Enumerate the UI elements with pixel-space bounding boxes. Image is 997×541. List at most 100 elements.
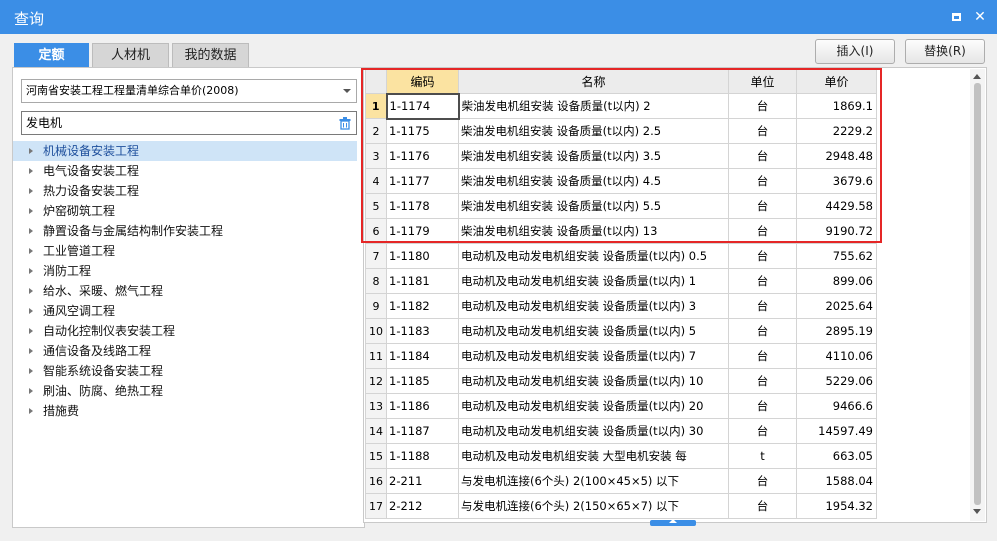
name-cell[interactable]: 与发电机连接(6个头) 2(150×65×7) 以下 bbox=[458, 493, 729, 519]
price-cell[interactable]: 1588.04 bbox=[796, 468, 877, 494]
row-number[interactable]: 4 bbox=[365, 168, 387, 194]
name-column-header[interactable]: 名称 bbox=[458, 69, 729, 94]
chevron-down-icon[interactable] bbox=[343, 89, 351, 93]
tree-item[interactable]: 电气设备安装工程 bbox=[13, 161, 364, 181]
chevron-right-icon[interactable] bbox=[29, 308, 33, 314]
row-number[interactable]: 7 bbox=[365, 243, 387, 269]
unit-cell[interactable]: 台 bbox=[728, 468, 797, 494]
scroll-up-icon[interactable] bbox=[973, 74, 981, 79]
row-number[interactable]: 2 bbox=[365, 118, 387, 144]
name-cell[interactable]: 电动机及电动发电机组安装 设备质量(t以内) 0.5 bbox=[458, 243, 729, 269]
row-number[interactable]: 16 bbox=[365, 468, 387, 494]
table-row[interactable]: 5 1-1178 柴油发电机组安装 设备质量(t以内) 5.5 台 4429.58 bbox=[365, 193, 877, 219]
row-number[interactable]: 10 bbox=[365, 318, 387, 344]
unit-column-header[interactable]: 单位 bbox=[728, 69, 797, 94]
chevron-right-icon[interactable] bbox=[29, 248, 33, 254]
chevron-right-icon[interactable] bbox=[29, 408, 33, 414]
tree-item[interactable]: 给水、采暖、燃气工程 bbox=[13, 281, 364, 301]
table-row[interactable]: 4 1-1177 柴油发电机组安装 设备质量(t以内) 4.5 台 3679.6 bbox=[365, 168, 877, 194]
code-cell[interactable]: 1-1187 bbox=[386, 418, 459, 444]
vertical-scrollbar[interactable] bbox=[970, 69, 985, 521]
name-cell[interactable]: 柴油发电机组安装 设备质量(t以内) 5.5 bbox=[458, 193, 729, 219]
unit-cell[interactable]: 台 bbox=[728, 243, 797, 269]
tree-item[interactable]: 通风空调工程 bbox=[13, 301, 364, 321]
unit-cell[interactable]: 台 bbox=[728, 293, 797, 319]
name-cell[interactable]: 柴油发电机组安装 设备质量(t以内) 4.5 bbox=[458, 168, 729, 194]
clear-search-icon[interactable] bbox=[338, 116, 352, 130]
row-number[interactable]: 6 bbox=[365, 218, 387, 244]
name-cell[interactable]: 柴油发电机组安装 设备质量(t以内) 2.5 bbox=[458, 118, 729, 144]
code-cell[interactable]: 1-1179 bbox=[386, 218, 459, 244]
row-number[interactable]: 11 bbox=[365, 343, 387, 369]
code-cell[interactable]: 1-1188 bbox=[386, 443, 459, 469]
code-cell[interactable]: 1-1186 bbox=[386, 393, 459, 419]
table-row[interactable]: 16 2-211 与发电机连接(6个头) 2(100×45×5) 以下台 1588.0… bbox=[365, 468, 877, 494]
close-button[interactable]: ✕ bbox=[970, 7, 990, 27]
tree-item[interactable]: 措施费 bbox=[13, 401, 364, 421]
panel-splitter-handle[interactable] bbox=[650, 519, 696, 526]
table-row[interactable]: 9 1-1182 电动机及电动发电机组安装 设备质量(t以内) 3 台 2025.64 bbox=[365, 293, 877, 319]
code-cell[interactable]: 1-1183 bbox=[386, 318, 459, 344]
name-cell[interactable]: 电动机及电动发电机组安装 设备质量(t以内) 1 bbox=[458, 268, 729, 294]
name-cell[interactable]: 电动机及电动发电机组安装 设备质量(t以内) 10 bbox=[458, 368, 729, 394]
name-cell[interactable]: 电动机及电动发电机组安装 设备质量(t以内) 30 bbox=[458, 418, 729, 444]
tab-labor-material-machine[interactable]: 人材机 bbox=[92, 43, 169, 67]
price-cell[interactable]: 1954.32 bbox=[796, 493, 877, 519]
chevron-right-icon[interactable] bbox=[29, 168, 33, 174]
chevron-right-icon[interactable] bbox=[29, 388, 33, 394]
name-cell[interactable]: 柴油发电机组安装 设备质量(t以内) 2 bbox=[458, 93, 729, 119]
name-cell[interactable]: 电动机及电动发电机组安装 设备质量(t以内) 5 bbox=[458, 318, 729, 344]
table-row[interactable]: 10 1-1183 电动机及电动发电机组安装 设备质量(t以内) 5 台 2895.19 bbox=[365, 318, 877, 344]
replace-button[interactable]: 替换(R) bbox=[905, 39, 985, 64]
code-column-header[interactable]: 编码 bbox=[386, 69, 459, 94]
chevron-right-icon[interactable] bbox=[29, 228, 33, 234]
tree-item[interactable]: 炉窑砌筑工程 bbox=[13, 201, 364, 221]
table-row[interactable]: 13 1-1186 电动机及电动发电机组安装 设备质量(t以内) 20 台 9466.6 bbox=[365, 393, 877, 419]
row-number[interactable]: 5 bbox=[365, 193, 387, 219]
row-number[interactable]: 8 bbox=[365, 268, 387, 294]
tree-item[interactable]: 消防工程 bbox=[13, 261, 364, 281]
table-row[interactable]: 11 1-1184 电动机及电动发电机组安装 设备质量(t以内) 7 台 4110.06 bbox=[365, 343, 877, 369]
price-cell[interactable]: 3679.6 bbox=[796, 168, 877, 194]
row-number[interactable]: 12 bbox=[365, 368, 387, 394]
price-cell[interactable]: 663.05 bbox=[796, 443, 877, 469]
chevron-right-icon[interactable] bbox=[29, 288, 33, 294]
tree-item[interactable]: 机械设备安装工程 bbox=[13, 141, 357, 161]
table-row[interactable]: 1 1-1174 柴油发电机组安装 设备质量(t以内) 2 台 1869.1 bbox=[365, 92, 877, 120]
price-cell[interactable]: 2025.64 bbox=[796, 293, 877, 319]
code-cell[interactable]: 1-1177 bbox=[386, 168, 459, 194]
price-cell[interactable]: 2948.48 bbox=[796, 143, 877, 169]
table-row[interactable]: 12 1-1185 电动机及电动发电机组安装 设备质量(t以内) 10 台 5229.0… bbox=[365, 368, 877, 394]
row-number[interactable]: 17 bbox=[365, 493, 387, 519]
chevron-right-icon[interactable] bbox=[29, 268, 33, 274]
unit-cell[interactable]: 台 bbox=[728, 368, 797, 394]
price-cell[interactable]: 5229.06 bbox=[796, 368, 877, 394]
name-cell[interactable]: 柴油发电机组安装 设备质量(t以内) 13 bbox=[458, 218, 729, 244]
chevron-right-icon[interactable] bbox=[29, 368, 33, 374]
code-cell[interactable]: 1-1180 bbox=[386, 243, 459, 269]
table-row[interactable]: 17 2-212 与发电机连接(6个头) 2(150×65×7) 以下台 1954.3… bbox=[365, 493, 877, 519]
unit-cell[interactable]: 台 bbox=[728, 168, 797, 194]
price-cell[interactable]: 899.06 bbox=[796, 268, 877, 294]
code-cell[interactable]: 1-1181 bbox=[386, 268, 459, 294]
scroll-thumb[interactable] bbox=[974, 83, 981, 505]
tab-quota[interactable]: 定额 bbox=[14, 43, 89, 67]
name-cell[interactable]: 电动机及电动发电机组安装 设备质量(t以内) 3 bbox=[458, 293, 729, 319]
unit-cell[interactable]: 台 bbox=[728, 418, 797, 444]
chevron-right-icon[interactable] bbox=[29, 348, 33, 354]
unit-cell[interactable]: 台 bbox=[728, 143, 797, 169]
price-cell[interactable]: 9190.72 bbox=[796, 218, 877, 244]
code-cell[interactable]: 1-1178 bbox=[386, 193, 459, 219]
row-number[interactable]: 13 bbox=[365, 393, 387, 419]
price-cell[interactable]: 755.62 bbox=[796, 243, 877, 269]
code-cell[interactable]: 1-1174 bbox=[385, 92, 460, 120]
price-cell[interactable]: 2895.19 bbox=[796, 318, 877, 344]
code-cell[interactable]: 1-1176 bbox=[386, 143, 459, 169]
name-cell[interactable]: 电动机及电动发电机组安装 设备质量(t以内) 20 bbox=[458, 393, 729, 419]
table-row[interactable]: 15 1-1188 电动机及电动发电机组安装 大型电机安装 每 t 663.05 bbox=[365, 443, 877, 469]
row-number[interactable]: 14 bbox=[365, 418, 387, 444]
unit-cell[interactable]: 台 bbox=[728, 218, 797, 244]
library-select[interactable]: 河南省安装工程工程量清单综合单价(2008) bbox=[21, 79, 357, 103]
code-cell[interactable]: 1-1175 bbox=[386, 118, 459, 144]
scroll-down-icon[interactable] bbox=[973, 509, 981, 514]
